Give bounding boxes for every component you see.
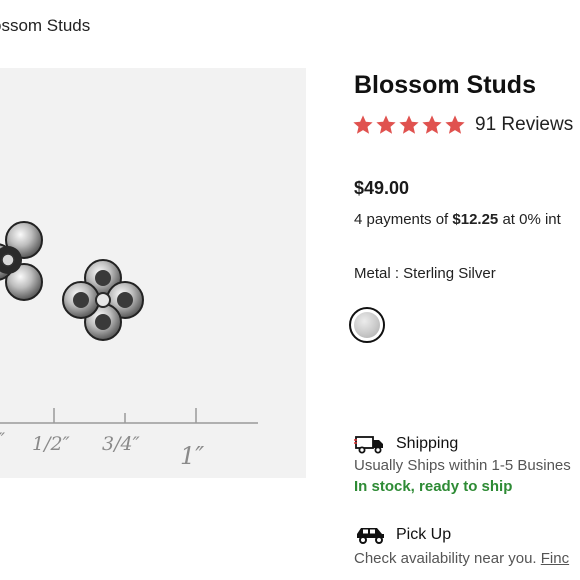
- stock-status: In stock, ready to ship: [354, 478, 513, 495]
- pickup-subtext: Check availability near you. Finc: [354, 550, 569, 567]
- product-title: Blossom Studs: [354, 71, 536, 99]
- find-store-link[interactable]: Finc: [541, 550, 569, 567]
- star-icon: [353, 115, 373, 134]
- earring-photo: ″ 1/2″ 3/4″ 1″: [0, 221, 258, 470]
- installments-prefix: 4 payments of: [354, 211, 453, 228]
- breadcrumb-current: ossom Studs: [0, 16, 91, 35]
- ruler-label-three-quarter: 3/4″: [102, 433, 140, 455]
- shipping-subtext: Usually Ships within 1-5 Busines: [354, 457, 571, 474]
- truck-icon: [354, 436, 383, 454]
- ruler-label-half: 1/2″: [32, 433, 70, 455]
- star-icon: [399, 115, 419, 134]
- ruler-label-inch: 1″: [180, 442, 204, 470]
- installments-suffix: at 0% int: [498, 211, 561, 228]
- shipping-option[interactable]: Shipping: [354, 434, 458, 454]
- breadcrumb: ossom Studs: [0, 16, 90, 36]
- metal-label: Metal : Sterling Silver: [354, 265, 496, 282]
- star-icon: [445, 115, 465, 134]
- swatch-color: [354, 312, 380, 338]
- reviews-link[interactable]: 91 Reviews: [475, 114, 573, 136]
- price: $49.00: [354, 178, 410, 198]
- installments: 4 payments of $12.25 at 0% int: [354, 211, 561, 228]
- pickup-label: Pick Up: [396, 526, 452, 543]
- star-icon: [376, 115, 396, 134]
- star-rating: [352, 114, 466, 136]
- pickup-option[interactable]: Pick Up: [354, 525, 451, 545]
- earring-right: [62, 259, 144, 341]
- shipping-label: Shipping: [396, 435, 459, 452]
- ruler-label-quarter: ″: [0, 429, 5, 451]
- earring-left: [0, 221, 43, 301]
- star-icon: [422, 115, 442, 134]
- car-icon: [357, 528, 384, 544]
- rating[interactable]: 91 Reviews: [352, 114, 573, 136]
- installments-amount: $12.25: [452, 211, 499, 228]
- metal-swatch-sterling-silver[interactable]: [349, 307, 385, 343]
- pickup-subtext-text: Check availability near you.: [354, 550, 541, 567]
- product-image[interactable]: ″ 1/2″ 3/4″ 1″: [0, 68, 306, 478]
